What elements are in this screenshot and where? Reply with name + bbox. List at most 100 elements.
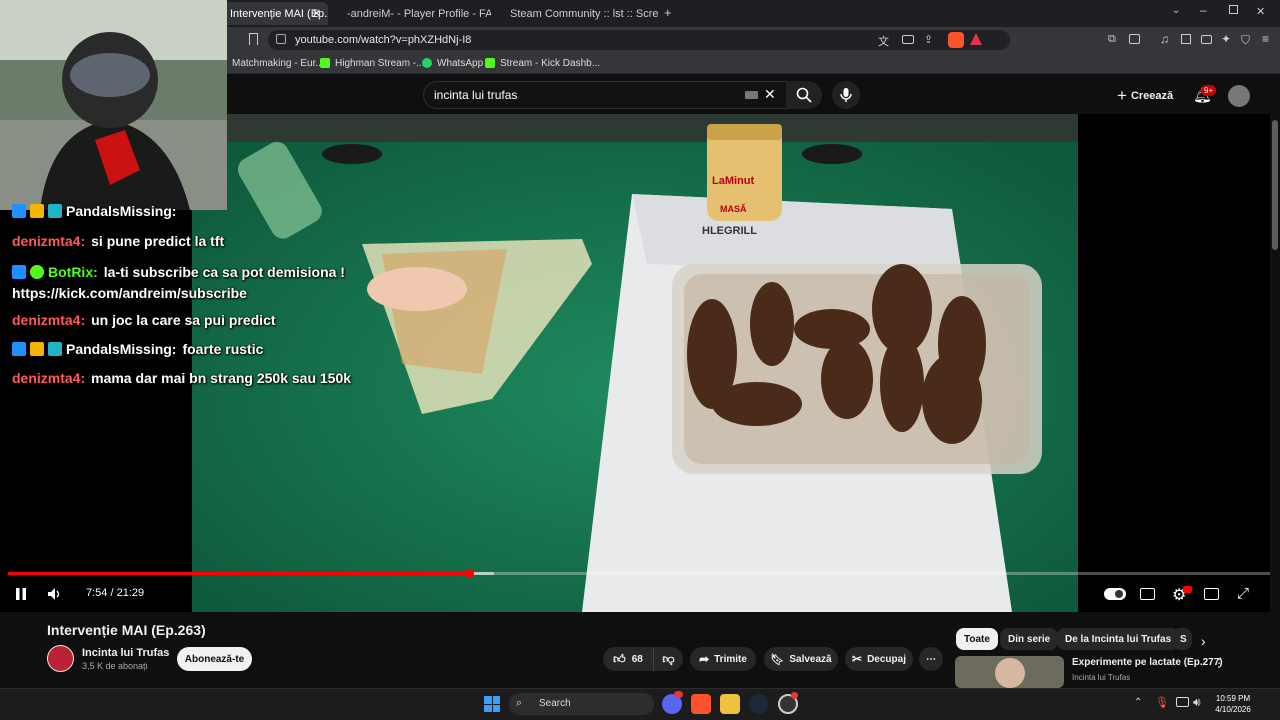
- badge-icon: [48, 342, 62, 356]
- clock-time: 10:59 PM: [1215, 694, 1251, 703]
- volume-button[interactable]: [47, 585, 63, 603]
- bookmark-highman[interactable]: Highman Stream -...: [320, 55, 424, 71]
- fullscreen-icon[interactable]: ⤢: [1237, 585, 1249, 602]
- brave-shields-icon[interactable]: [948, 32, 964, 48]
- discord-badge: [674, 691, 683, 698]
- brave-browser-icon[interactable]: [691, 694, 711, 714]
- jar-sublabel: MASĂ: [720, 204, 747, 214]
- translate-icon[interactable]: 文: [878, 33, 889, 49]
- taskbar-clock[interactable]: 10:59 PM 4/10/2026: [1213, 693, 1253, 715]
- box-label: HLEGRILL: [702, 225, 757, 237]
- app-badge: [791, 692, 798, 699]
- bookmark-whatsapp[interactable]: WhatsApp: [422, 55, 483, 71]
- brave-rewards-icon[interactable]: [970, 33, 982, 45]
- bookmark-icon[interactable]: [249, 33, 258, 45]
- bookmark-matchmaking[interactable]: Matchmaking - Eur...: [232, 55, 324, 71]
- search-icon: [796, 87, 812, 103]
- site-info-icon[interactable]: [276, 34, 286, 44]
- leo-ai-icon[interactable]: ✦: [1221, 32, 1231, 46]
- whatsapp-icon: [422, 58, 432, 68]
- sidebar-icon[interactable]: [1181, 34, 1191, 44]
- maximize-icon[interactable]: [1229, 5, 1238, 14]
- chat-message: denizmta4: un joc la care sa pui predict: [12, 312, 276, 328]
- more-vertical-icon[interactable]: ⋮: [1213, 656, 1225, 670]
- steam-icon[interactable]: [749, 694, 769, 714]
- clear-search-icon[interactable]: ✕: [764, 86, 776, 103]
- channel-avatar[interactable]: [47, 645, 74, 672]
- speaker-icon[interactable]: 🔊︎: [1193, 695, 1201, 710]
- autoplay-toggle[interactable]: [1104, 588, 1126, 600]
- dislike-button[interactable]: 👎︎: [653, 647, 683, 671]
- account-avatar[interactable]: [1228, 85, 1250, 107]
- chip-all[interactable]: Toate: [956, 628, 998, 650]
- scrubber-handle[interactable]: [465, 569, 474, 578]
- thumbs-up-icon: 👍︎: [613, 651, 626, 666]
- more-horizontal-icon: ⋯: [926, 653, 936, 665]
- chevron-up-icon[interactable]: ⌃: [1134, 697, 1142, 708]
- share-icon[interactable]: ⇪: [924, 33, 933, 46]
- vpn-icon[interactable]: ⛉: [1241, 33, 1250, 48]
- close-window-icon[interactable]: ✕: [1256, 5, 1265, 18]
- subscribe-button[interactable]: Abonează-te: [177, 647, 252, 671]
- cast-icon[interactable]: [902, 35, 914, 44]
- chip-from-channel[interactable]: De la Incinta lui Trufas: [1057, 628, 1180, 650]
- create-label: Creează: [1130, 90, 1174, 102]
- extensions-icon[interactable]: ⧉: [1108, 33, 1116, 46]
- plus-icon: +: [1117, 86, 1127, 105]
- save-button[interactable]: 🔖︎ Salvează: [764, 647, 838, 671]
- channel-name[interactable]: Incinta lui Trufas: [82, 647, 169, 659]
- chevron-right-icon[interactable]: ›: [1201, 633, 1206, 649]
- tab-faceit[interactable]: -andreiM- - Player Profile - FACEIT.co: [333, 2, 491, 25]
- notification-count-badge: 9+: [1201, 85, 1217, 96]
- scrollbar-thumb[interactable]: [1272, 120, 1278, 250]
- url-field[interactable]: youtube.com/watch?v=phXZHdNj-I8: [268, 30, 1010, 50]
- bookmark-kick-dashboard[interactable]: Stream - Kick Dashb...: [485, 55, 600, 71]
- scissors-icon: ✂: [852, 652, 863, 666]
- like-button[interactable]: 👍︎ 68: [603, 647, 653, 671]
- chat-message: denizmta4: si pune predict la tft: [12, 233, 225, 249]
- search-input[interactable]: incinta lui trufas: [423, 81, 787, 109]
- wallet-icon[interactable]: [1201, 35, 1212, 44]
- chat-message: PandalsMissing:: [12, 203, 182, 219]
- crown-icon: [30, 342, 44, 356]
- hd-badge: [1183, 586, 1192, 593]
- tab-list-icon[interactable]: ⌄: [1172, 5, 1180, 16]
- more-actions-button[interactable]: ⋯: [919, 647, 943, 671]
- video-frame-illustration: HLEGRILL LaMinut MASĂ: [192, 114, 1078, 612]
- tab-label: -andreiM- - Player Profile - FACEIT.co: [347, 7, 491, 20]
- share-button[interactable]: ➦ Trimite: [690, 647, 756, 671]
- clip-button[interactable]: ✂ Decupaj: [845, 647, 913, 671]
- file-explorer-icon[interactable]: [720, 694, 740, 714]
- pause-button[interactable]: [14, 585, 28, 603]
- jar-label: LaMinut: [712, 175, 754, 187]
- windows-start-icon[interactable]: [484, 696, 500, 712]
- chat-message: BotRix: la-ti subscribe ca sa pot demisio…: [12, 264, 345, 301]
- subtitles-icon[interactable]: [1140, 588, 1155, 600]
- battery-icon[interactable]: [1176, 697, 1189, 707]
- recommended-thumbnail[interactable]: [955, 656, 1064, 688]
- minimize-icon[interactable]: –: [1200, 3, 1207, 17]
- microphone-icon[interactable]: 🎙︎: [1155, 696, 1169, 709]
- music-icon[interactable]: ♫: [1160, 32, 1169, 46]
- kick-icon: [485, 58, 495, 68]
- theater-mode-icon[interactable]: [1204, 588, 1219, 600]
- search-button[interactable]: [786, 81, 822, 109]
- volume-icon: [48, 588, 60, 600]
- verified-icon: [30, 265, 44, 279]
- create-button[interactable]: + Creează: [1117, 86, 1173, 106]
- tab-steam[interactable]: Steam Community :: lst :: Screenshots: [496, 2, 658, 25]
- recommended-title[interactable]: Experimente pe lactate (Ep.277): [1072, 657, 1223, 668]
- new-tab-icon[interactable]: +: [664, 5, 672, 20]
- screenshot-icon[interactable]: [1129, 34, 1140, 44]
- played-bar: [8, 572, 470, 575]
- voice-search-button[interactable]: [832, 81, 860, 109]
- keyboard-icon[interactable]: [745, 91, 758, 99]
- video-frame[interactable]: HLEGRILL LaMinut MASĂ: [192, 114, 1078, 612]
- close-tab-icon[interactable]: ✕: [312, 7, 321, 20]
- taskbar-search[interactable]: Search: [509, 693, 654, 715]
- chip-more[interactable]: S: [1172, 628, 1192, 650]
- chip-series[interactable]: Din serie: [1000, 628, 1059, 650]
- menu-icon[interactable]: ≡: [1262, 32, 1269, 46]
- streamer-webcam: [0, 0, 227, 210]
- video-title: Intervenție MAI (Ep.263): [47, 622, 206, 638]
